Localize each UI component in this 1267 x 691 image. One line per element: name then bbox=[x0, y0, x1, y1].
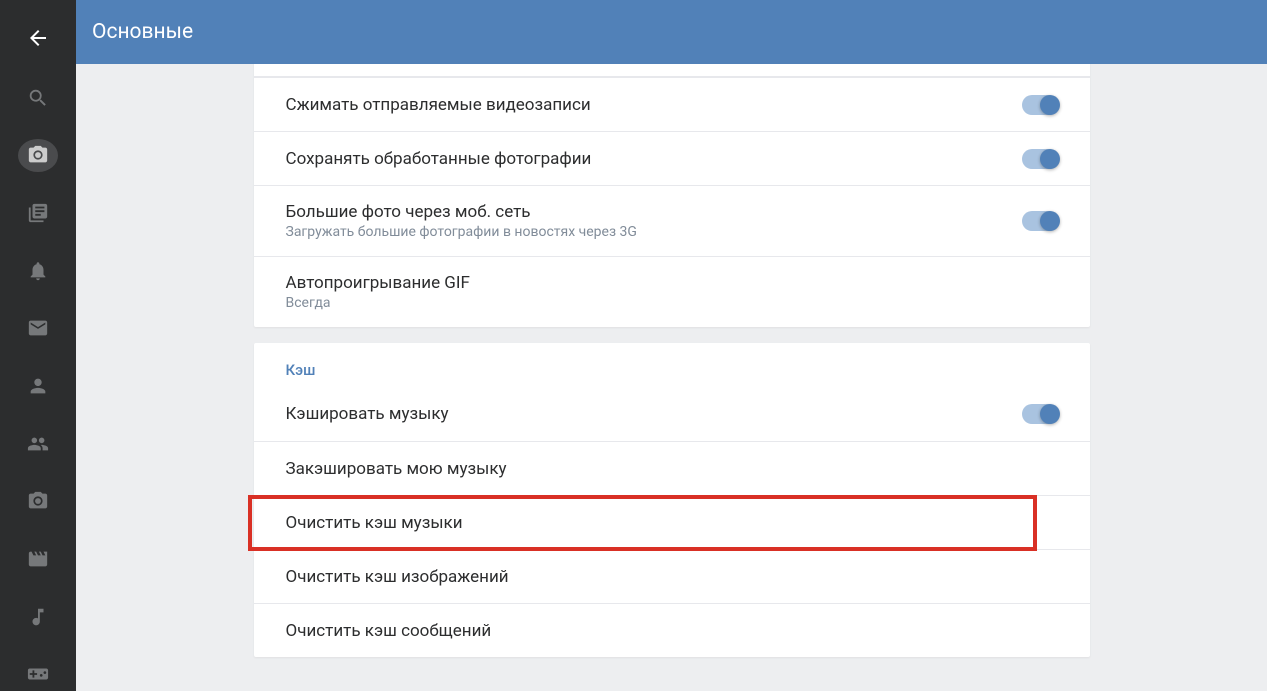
setting-clear-image-cache[interactable]: Очистить кэш изображений bbox=[254, 549, 1090, 603]
section-cache: Кэш Кэшировать музыку Закэшировать мою м… bbox=[254, 343, 1090, 657]
setting-label: Очистить кэш сообщений bbox=[286, 621, 492, 641]
setting-row-partial[interactable] bbox=[254, 64, 1090, 77]
back-button[interactable] bbox=[20, 20, 56, 56]
settings-panel: Сжимать отправляемые видеозаписи Сохраня… bbox=[254, 64, 1090, 691]
setting-label: Большие фото через моб. сеть bbox=[286, 202, 637, 222]
sidebar-notifications[interactable] bbox=[18, 254, 58, 288]
sidebar-games[interactable] bbox=[18, 657, 58, 691]
page-title: Основные bbox=[92, 20, 193, 44]
setting-label: Закэшировать мою музыку bbox=[286, 459, 507, 479]
setting-label: Автопроигрывание GIF bbox=[286, 273, 470, 293]
bell-icon bbox=[27, 260, 49, 282]
search-icon bbox=[27, 87, 49, 109]
setting-subtitle: Всегда bbox=[286, 295, 470, 311]
sidebar-music[interactable] bbox=[18, 600, 58, 634]
photo-icon bbox=[27, 490, 49, 512]
camera-icon bbox=[27, 144, 49, 166]
header: Основные bbox=[76, 0, 1267, 64]
setting-label: Очистить кэш музыки bbox=[286, 513, 463, 533]
content-area: Сжимать отправляемые видеозаписи Сохраня… bbox=[76, 64, 1267, 691]
setting-cache-music[interactable]: Кэшировать музыку bbox=[254, 387, 1090, 441]
toggle-switch[interactable] bbox=[1022, 95, 1058, 115]
sidebar-profile[interactable] bbox=[18, 369, 58, 403]
setting-big-photos-mobile[interactable]: Большие фото через моб. сеть Загружать б… bbox=[254, 185, 1090, 256]
setting-gif-autoplay[interactable]: Автопроигрывание GIF Всегда bbox=[254, 256, 1090, 327]
sidebar-videos[interactable] bbox=[18, 542, 58, 576]
toggle-switch[interactable] bbox=[1022, 211, 1058, 231]
news-icon bbox=[27, 202, 49, 224]
setting-subtitle: Загружать большие фотографии в новостях … bbox=[286, 224, 637, 240]
setting-clear-message-cache[interactable]: Очистить кэш сообщений bbox=[254, 603, 1090, 657]
section-header-cache: Кэш bbox=[254, 343, 1090, 387]
sidebar-mail[interactable] bbox=[18, 312, 58, 346]
people-icon bbox=[27, 433, 49, 455]
sidebar-camera[interactable] bbox=[18, 139, 58, 173]
sidebar-people[interactable] bbox=[18, 427, 58, 461]
setting-label: Сохранять обработанные фотографии bbox=[286, 149, 592, 169]
music-icon bbox=[27, 606, 49, 628]
setting-label: Сжимать отправляемые видеозаписи bbox=[286, 95, 591, 115]
setting-save-photos[interactable]: Сохранять обработанные фотографии bbox=[254, 131, 1090, 185]
mail-icon bbox=[27, 317, 49, 339]
sidebar-search[interactable] bbox=[18, 81, 58, 115]
main-content: Основные Сжимать отправляемые видеозапис… bbox=[76, 0, 1267, 691]
section-media: Сжимать отправляемые видеозаписи Сохраня… bbox=[254, 64, 1090, 327]
setting-precache-music[interactable]: Закэшировать мою музыку bbox=[254, 441, 1090, 495]
sidebar-news[interactable] bbox=[18, 196, 58, 230]
setting-label: Кэшировать музыку bbox=[286, 404, 449, 424]
games-icon bbox=[27, 663, 49, 685]
toggle-switch[interactable] bbox=[1022, 149, 1058, 169]
setting-clear-music-cache[interactable]: Очистить кэш музыки bbox=[254, 495, 1090, 549]
video-icon bbox=[27, 548, 49, 570]
setting-label: Очистить кэш изображений bbox=[286, 567, 509, 587]
person-icon bbox=[27, 375, 49, 397]
toggle-switch[interactable] bbox=[1022, 404, 1058, 424]
back-arrow-icon bbox=[26, 26, 50, 50]
sidebar-photos[interactable] bbox=[18, 484, 58, 518]
sidebar bbox=[0, 0, 76, 691]
setting-compress-video[interactable]: Сжимать отправляемые видеозаписи bbox=[254, 77, 1090, 131]
